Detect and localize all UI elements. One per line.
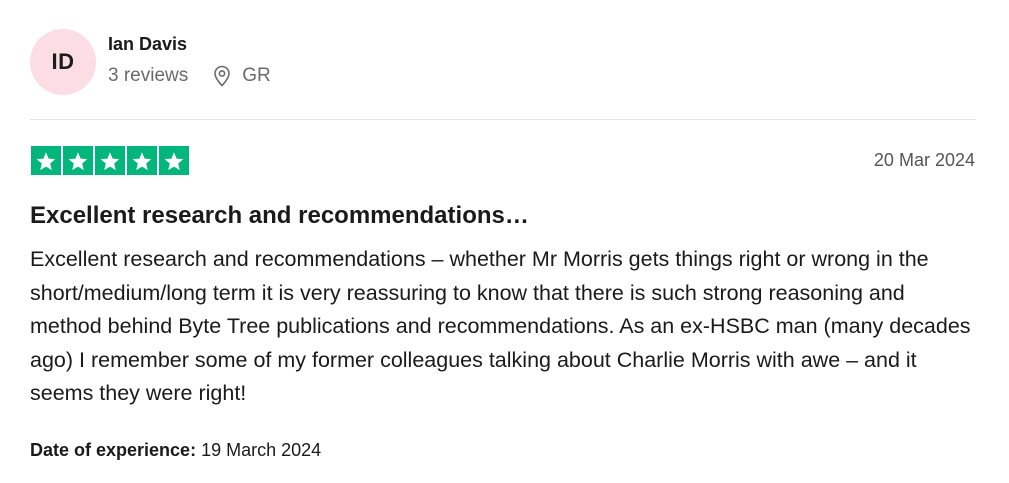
experience-label: Date of experience:	[30, 440, 197, 460]
reviewer-meta: 3 reviews GR	[108, 65, 271, 87]
review-card: ID Ian Davis 3 reviews GR 20 Mar 2024 Ex…	[0, 0, 1009, 483]
star-rating	[31, 146, 189, 175]
review-date: 20 Mar 2024	[873, 150, 975, 170]
star-icon	[63, 146, 93, 175]
review-title[interactable]: Excellent research and recommendations…	[30, 201, 529, 231]
reviewer-location: GR	[242, 64, 271, 86]
star-icon	[95, 146, 125, 175]
location-pin-icon	[212, 65, 232, 87]
reviewer-name[interactable]: Ian Davis	[108, 33, 271, 55]
review-count: 3 reviews	[108, 64, 189, 86]
date-of-experience: Date of experience: 19 March 2024	[30, 438, 321, 462]
reviewer-header: ID Ian Davis 3 reviews GR	[30, 29, 271, 95]
experience-date: 19 March 2024	[201, 440, 322, 460]
star-icon	[159, 146, 189, 175]
divider	[30, 119, 976, 120]
avatar[interactable]: ID	[30, 29, 96, 95]
star-icon	[31, 146, 61, 175]
avatar-initials: ID	[51, 49, 75, 74]
star-icon	[127, 146, 157, 175]
reviewer-info: Ian Davis 3 reviews GR	[108, 33, 271, 87]
review-body: Excellent research and recommendations –…	[30, 247, 971, 406]
